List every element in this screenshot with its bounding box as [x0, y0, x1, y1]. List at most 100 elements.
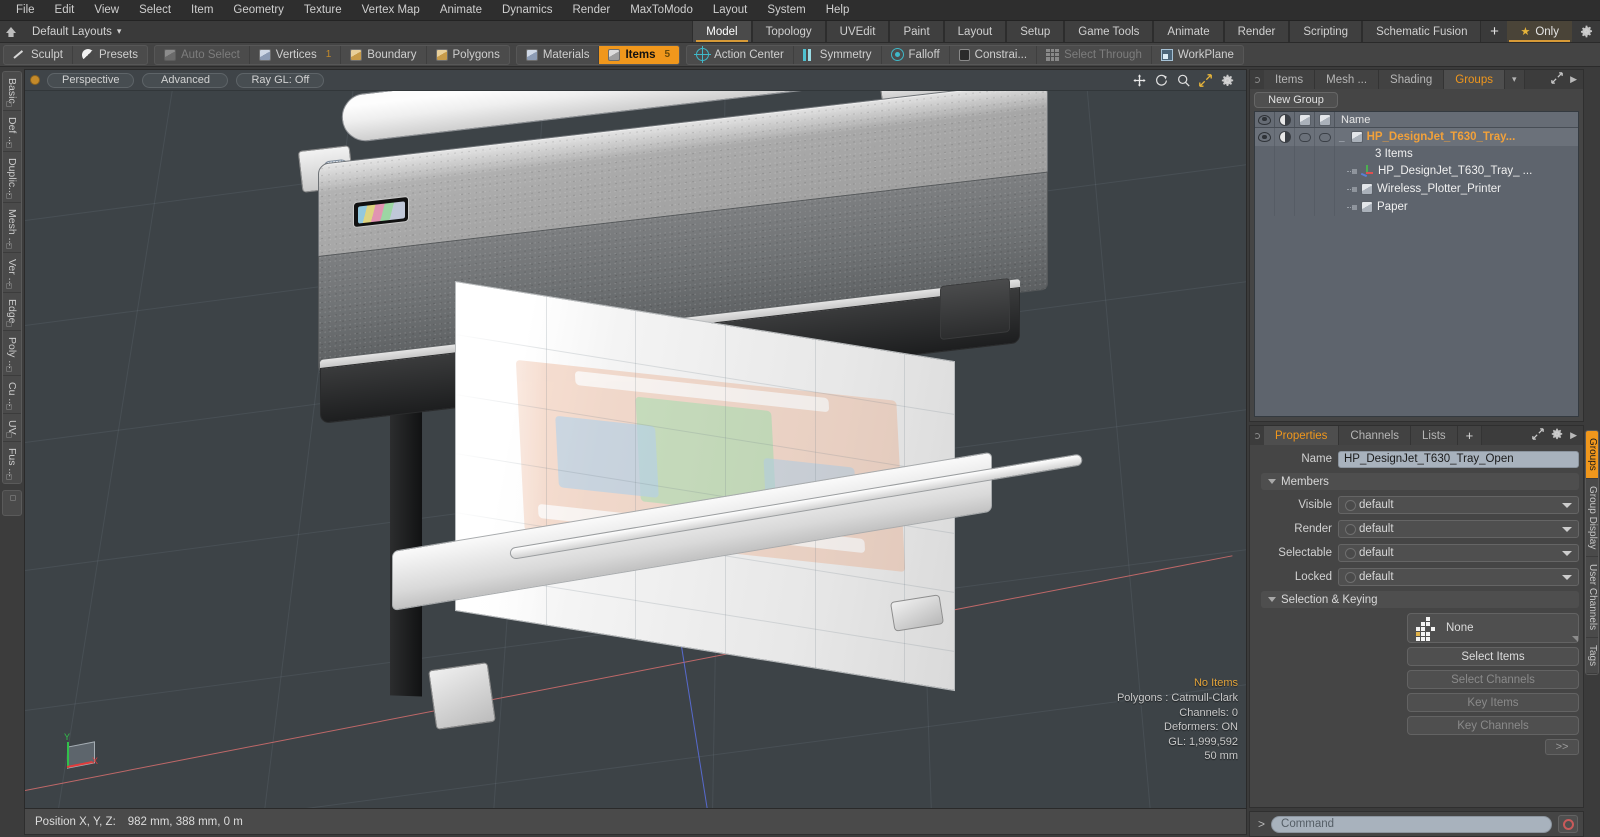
tab-mesh[interactable]: Mesh ... [1315, 70, 1380, 89]
left-tab-deform[interactable]: Def ... [3, 110, 21, 152]
tab-overflow-caret-icon[interactable]: ▾ [1504, 70, 1525, 89]
sculpt-button[interactable]: Sculpt [4, 45, 73, 64]
tab-properties[interactable]: Properties [1264, 426, 1340, 445]
menu-item-select[interactable]: Select [129, 0, 181, 21]
table-row[interactable]: _ HP_DesignJet_T630_Tray... [1255, 128, 1578, 146]
tab-shading[interactable]: Shading [1379, 70, 1445, 89]
properties-chevron-right-icon[interactable]: ▶ [1570, 430, 1577, 441]
left-tab-curve[interactable]: Cu ... [3, 376, 21, 415]
layout-tab-scripting[interactable]: Scripting [1289, 21, 1363, 42]
tree-collapse-icon[interactable]: _ [1339, 132, 1347, 143]
left-tab-vertex[interactable]: Ver ... [3, 253, 21, 294]
locked-radio-icon[interactable] [1345, 571, 1356, 583]
key-items-button[interactable]: Key Items [1407, 693, 1579, 712]
layout-tab-paint[interactable]: Paint [889, 21, 944, 42]
column-eye-icon[interactable] [1255, 112, 1275, 127]
selectable-radio-icon[interactable] [1345, 547, 1356, 559]
right-tab-group-display[interactable]: Group Display [1586, 478, 1598, 558]
menu-item-texture[interactable]: Texture [294, 0, 352, 21]
select-through-button[interactable]: Select Through [1037, 45, 1152, 64]
menu-item-vertex-map[interactable]: Vertex Map [352, 0, 430, 21]
layout-tab-layout[interactable]: Layout [943, 21, 1007, 42]
materials-button[interactable]: Materials [517, 45, 600, 64]
falloff-button[interactable]: Falloff [882, 45, 950, 64]
properties-pin-icon[interactable] [1250, 426, 1264, 445]
home-icon[interactable] [0, 21, 22, 42]
left-tab-fusion[interactable]: Fus ... [3, 441, 21, 483]
name-field[interactable]: HP_DesignJet_T630_Tray_Open [1338, 450, 1579, 468]
row-cap2-toggle[interactable] [1315, 128, 1335, 146]
menu-item-layout[interactable]: Layout [703, 0, 758, 21]
groups-tree[interactable]: Name _ HP_DesignJet_T630_Tray... 3 Items… [1254, 111, 1579, 417]
row-shade-toggle[interactable] [1275, 128, 1295, 146]
column-cap-icon[interactable] [1295, 112, 1315, 127]
visible-dropdown[interactable]: default [1338, 496, 1579, 514]
viewport-raygl-dropdown[interactable]: Ray GL: Off [236, 72, 325, 88]
tab-channels[interactable]: Channels [1339, 426, 1412, 445]
section-selection-keying[interactable]: Selection & Keying [1261, 591, 1579, 608]
vertices-button[interactable]: Vertices 1 [250, 45, 342, 64]
table-row[interactable]: Wireless_Plotter_Printer [1255, 180, 1578, 198]
section-members[interactable]: Members [1261, 473, 1579, 490]
gear-icon[interactable] [1572, 21, 1600, 42]
layout-tab-uvedit[interactable]: UVEdit [825, 21, 890, 42]
menu-item-file[interactable]: File [6, 0, 45, 21]
menu-item-view[interactable]: View [84, 0, 129, 21]
column-shade-icon[interactable] [1275, 112, 1295, 127]
left-tab-uv[interactable]: UV [3, 414, 21, 442]
tab-items[interactable]: Items [1264, 70, 1316, 89]
visible-radio-icon[interactable] [1345, 499, 1356, 511]
layout-tab-schematic-fusion[interactable]: Schematic Fusion [1362, 21, 1482, 42]
layout-tab-game-tools[interactable]: Game Tools [1064, 21, 1154, 42]
right-tab-groups[interactable]: Groups [1586, 431, 1598, 479]
symmetry-button[interactable]: Symmetry [794, 45, 882, 64]
auto-select-button[interactable]: Auto Select [155, 45, 250, 64]
layout-tab-animate[interactable]: Animate [1153, 21, 1224, 42]
boundary-button[interactable]: Boundary [341, 45, 427, 64]
record-icon[interactable] [1558, 815, 1578, 833]
left-tab-extra[interactable] [2, 489, 22, 516]
left-tab-duplicate[interactable]: Duplic... [3, 151, 21, 203]
items-button[interactable]: Items 5 [599, 45, 680, 64]
constraint-button[interactable]: Constrai... [950, 45, 1038, 64]
left-tab-polygon[interactable]: Poly ... [3, 330, 21, 377]
only-toggle[interactable]: ★ Only [1507, 21, 1572, 42]
properties-gear-icon[interactable] [1551, 428, 1563, 443]
layout-tab-model[interactable]: Model [692, 21, 752, 42]
row-cap-toggle[interactable] [1295, 128, 1315, 146]
menu-item-item[interactable]: Item [181, 0, 223, 21]
right-tab-user-channels[interactable]: User Channels [1586, 557, 1598, 639]
right-tab-tags[interactable]: Tags [1586, 638, 1598, 675]
expand-more-button[interactable]: >> [1545, 739, 1579, 755]
table-row[interactable]: HP_DesignJet_T630_Tray_ ... [1255, 162, 1578, 180]
move-icon[interactable] [1133, 73, 1146, 87]
panel-pin-icon[interactable] [1250, 70, 1264, 89]
layout-tab-setup[interactable]: Setup [1006, 21, 1065, 42]
zoom-icon[interactable] [1177, 74, 1190, 87]
viewport-gear-icon[interactable] [1221, 74, 1234, 87]
left-tab-basic[interactable]: Basic [3, 72, 21, 111]
presets-button[interactable]: Presets [73, 46, 147, 64]
add-layout-tab-button[interactable]: + [1481, 21, 1507, 42]
row-visible-toggle[interactable] [1255, 128, 1275, 146]
rotate-icon[interactable] [1155, 74, 1168, 87]
layout-tab-render[interactable]: Render [1223, 21, 1290, 42]
tab-lists[interactable]: Lists [1411, 426, 1458, 445]
selection-set-picker[interactable]: None [1407, 613, 1579, 643]
new-group-button[interactable]: New Group [1254, 92, 1338, 108]
layout-tab-topology[interactable]: Topology [751, 21, 826, 42]
menu-item-animate[interactable]: Animate [430, 0, 492, 21]
child-row-wrap-paper[interactable]: Paper [1335, 198, 1578, 216]
menu-item-edit[interactable]: Edit [45, 0, 85, 21]
menu-item-dynamics[interactable]: Dynamics [492, 0, 562, 21]
select-channels-button[interactable]: Select Channels [1407, 670, 1579, 689]
render-radio-icon[interactable] [1345, 523, 1356, 535]
tab-groups[interactable]: Groups [1444, 70, 1505, 89]
menu-item-geometry[interactable]: Geometry [223, 0, 294, 21]
menu-item-render[interactable]: Render [562, 0, 620, 21]
menu-item-help[interactable]: Help [816, 0, 860, 21]
table-row[interactable]: Paper [1255, 198, 1578, 216]
selectable-dropdown[interactable]: default [1338, 544, 1579, 562]
expand-icon[interactable] [1551, 72, 1563, 87]
fit-icon[interactable] [1199, 73, 1212, 87]
